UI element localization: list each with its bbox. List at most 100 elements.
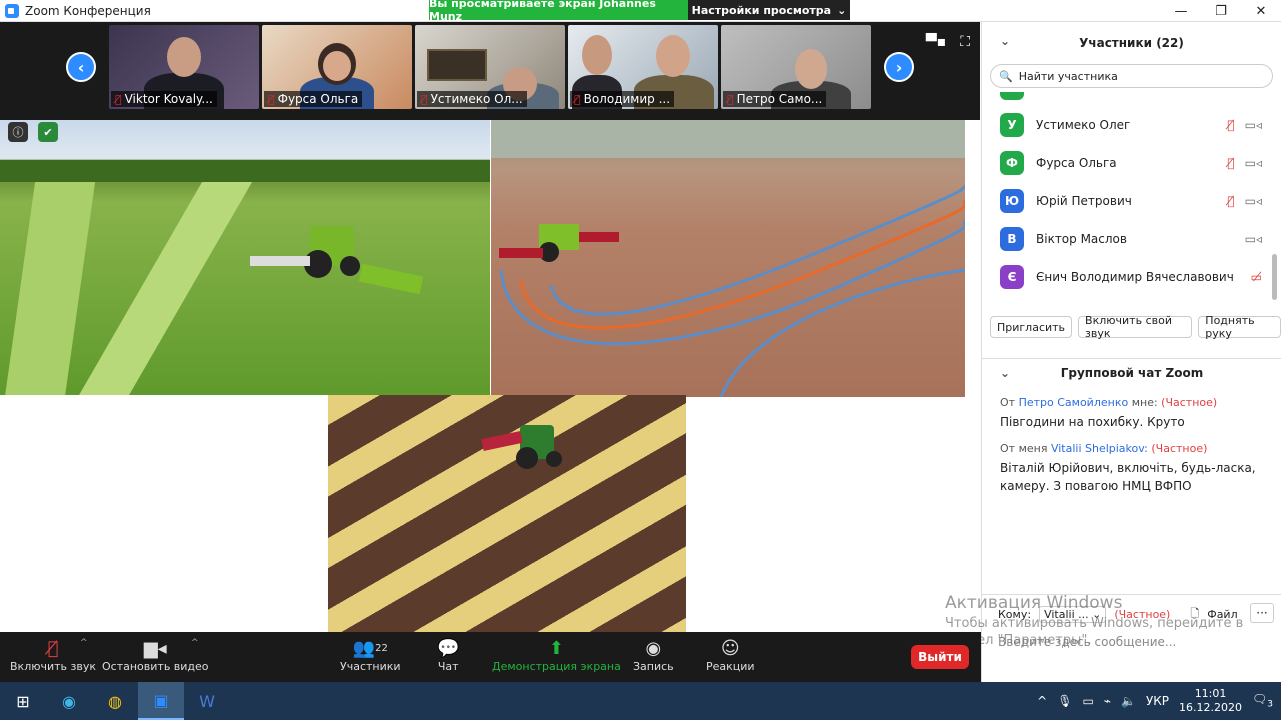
- shield-icon: ✔: [38, 122, 58, 142]
- chevron-down-icon: ⌄: [837, 3, 847, 17]
- participant-name: Юрій Петрович: [1036, 194, 1132, 208]
- mic-off-icon: 🎙̸: [268, 92, 275, 106]
- video-tile-name: 🎙̸ Петро Само...: [723, 91, 827, 107]
- battery-icon[interactable]: ▭: [1082, 694, 1093, 708]
- video-tile-name: 🎙̸ Володимир ...: [570, 91, 675, 107]
- video-tile-name: 🎙̸ Viktor Kovaly...: [111, 91, 217, 107]
- video-tile[interactable]: 🎙̸ Фурса Ольга: [262, 25, 412, 109]
- camera-icon: ▆◂: [143, 637, 167, 659]
- leave-meeting-button[interactable]: Выйти: [911, 645, 969, 669]
- video-tile-name: 🎙̸ Устимеко Ол...: [417, 91, 527, 107]
- participant-row[interactable]: Ф Фурса Ольга 🎙̸ ▭◃: [1000, 144, 1262, 182]
- video-options-caret-icon[interactable]: ^: [191, 638, 199, 648]
- chat-sender[interactable]: Петро Самойленко: [1019, 396, 1129, 409]
- strip-controls: ▀▪ ⛶: [926, 34, 970, 50]
- screen-image-mowing: [0, 120, 490, 395]
- share-screen-icon: ⬆: [548, 637, 564, 659]
- participant-search-placeholder: Найти участника: [1018, 69, 1118, 83]
- more-options-button[interactable]: ···: [1250, 603, 1274, 623]
- video-tile[interactable]: 🎙̸ Viktor Kovaly...: [109, 25, 259, 109]
- edge-browser-icon[interactable]: ◉: [46, 682, 92, 720]
- camera-icon: ▭◃: [1244, 194, 1262, 208]
- microphone-icon: 🎙: [1057, 694, 1073, 708]
- participants-title: Участники (22): [1079, 36, 1184, 50]
- sharing-banner: Вы просматриваете экран Johannes Munz: [429, 0, 688, 23]
- chat-text: Віталій Юрійович, включіть, будь-ласка, …: [1000, 461, 1256, 493]
- participant-row[interactable]: Є Єнич Володимир Вячеславович ▭̸: [1000, 258, 1262, 296]
- participant-row[interactable]: У Устимеко Олег 🎙̸ ▭◃: [1000, 106, 1262, 144]
- system-tray: ^ 🎙 ▭ ⌁ 🔈 УКР 11:01 16.12.2020 🗨3: [1037, 682, 1281, 720]
- title-bar: Zoom Конференция Вы просматриваете экран…: [0, 0, 1281, 23]
- participant-name: Фурса Ольга: [1036, 156, 1117, 170]
- strip-next-button[interactable]: ›: [884, 52, 914, 82]
- camera-icon: ▭◃: [1244, 118, 1262, 132]
- maximize-button[interactable]: ❐: [1201, 0, 1241, 22]
- participants-button[interactable]: 👥 22 Участники: [340, 636, 401, 674]
- zoom-app-icon[interactable]: ▣: [138, 682, 184, 720]
- participant-row[interactable]: В Віктор Маслов ▭◃: [1000, 220, 1262, 258]
- reactions-button[interactable]: ☺ Реакции: [706, 636, 755, 674]
- search-icon: 🔍: [999, 69, 1013, 83]
- mic-off-icon: 🎙̸: [115, 92, 122, 106]
- window-title: Zoom Конференция: [25, 3, 151, 18]
- network-icon[interactable]: ⌁: [1104, 694, 1111, 708]
- participant-list: У Устимеко Олег 🎙̸ ▭◃ Ф Фурса Ольга 🎙̸ ▭◃ …: [982, 92, 1281, 312]
- camera-icon: ▭◃: [1244, 156, 1262, 170]
- minimize-button[interactable]: —: [1161, 0, 1201, 22]
- chat-message: От меня Vitalii Shelpiakov: (Частное) Ві…: [1000, 442, 1270, 495]
- chevron-left-icon: ‹: [77, 57, 85, 77]
- collapse-chevron-icon[interactable]: ⌄: [1000, 34, 1010, 48]
- audio-options-caret-icon[interactable]: ^: [80, 638, 88, 648]
- chat-header: ⌄ Групповой чат Zoom: [982, 358, 1281, 386]
- language-indicator[interactable]: УКР: [1146, 694, 1169, 708]
- participant-avatar: Є: [1000, 265, 1024, 289]
- screen-image-stubble: [328, 395, 686, 632]
- chrome-browser-icon[interactable]: ◍: [92, 682, 138, 720]
- shared-screen: ⓘ ✔: [0, 120, 980, 632]
- participants-count: 22: [375, 642, 388, 654]
- mic-off-icon: 🎙̸: [1227, 156, 1235, 170]
- private-tag: (Частное): [1151, 442, 1208, 455]
- chat-input[interactable]: Введите здесь сообщение...: [998, 635, 1176, 649]
- participant-row[interactable]: Ю Юрій Петрович 🎙̸ ▭◃: [1000, 182, 1262, 220]
- raise-hand-button[interactable]: Поднять руку: [1198, 314, 1281, 340]
- chat-sender[interactable]: Vitalii Shelpiakov:: [1051, 442, 1148, 455]
- private-tag: (Частное): [1161, 396, 1218, 409]
- participant-scrollbar[interactable]: [1272, 254, 1277, 300]
- zoom-logo-icon: [5, 3, 19, 18]
- mic-off-icon: 🎙̸: [727, 92, 734, 106]
- volume-icon[interactable]: 🔈: [1121, 694, 1136, 708]
- participant-search[interactable]: 🔍 Найти участника: [990, 64, 1273, 88]
- clock-time: 11:01: [1194, 687, 1227, 700]
- strip-prev-button[interactable]: ‹: [66, 52, 96, 82]
- record-icon: ◉: [645, 637, 662, 659]
- layout-icon[interactable]: ▀▪: [926, 34, 946, 50]
- chat-button[interactable]: 💬 Чат: [437, 636, 460, 674]
- recipient-select[interactable]: Vitalii ... ⌄: [1039, 606, 1107, 623]
- notifications-icon[interactable]: 🗨3: [1252, 692, 1273, 709]
- record-button[interactable]: ◉ Запись: [633, 636, 674, 674]
- word-app-icon[interactable]: W: [184, 682, 230, 720]
- chat-icon: 💬: [437, 637, 460, 659]
- chevron-up-icon[interactable]: ^: [1037, 694, 1047, 708]
- info-icon[interactable]: ⓘ: [8, 122, 28, 142]
- close-button[interactable]: ✕: [1241, 0, 1281, 22]
- unmute-me-button[interactable]: Включить свой звук: [1078, 314, 1193, 340]
- participant-avatar: У: [1000, 113, 1024, 137]
- video-tile[interactable]: 🎙̸ Петро Само...: [721, 25, 871, 109]
- view-options-button[interactable]: Настройки просмотра ⌄: [688, 0, 850, 20]
- share-screen-button[interactable]: ⬆ Демонстрация экрана: [492, 636, 621, 674]
- start-windows-icon[interactable]: ⊞: [0, 682, 46, 720]
- participant-name: Віктор Маслов: [1036, 232, 1127, 246]
- clock[interactable]: 11:01 16.12.2020: [1179, 687, 1242, 715]
- invite-button[interactable]: Пригласить: [990, 316, 1073, 338]
- participants-header: ⌄ Участники (22): [982, 22, 1281, 64]
- chat-compose: Кому: Vitalii ... ⌄ (Частное) 🗋 Файл ···…: [982, 594, 1281, 682]
- collapse-chevron-icon[interactable]: ⌄: [1000, 366, 1010, 380]
- fullscreen-icon[interactable]: ⛶: [960, 34, 970, 50]
- file-button[interactable]: Файл: [1207, 608, 1237, 621]
- video-tile[interactable]: 🎙̸ Устимеко Ол...: [415, 25, 565, 109]
- video-tile[interactable]: 🎙̸ Володимир ...: [568, 25, 718, 109]
- zoom-window: Zoom Конференция Вы просматриваете экран…: [0, 0, 1281, 720]
- participants-icon: 👥 22: [352, 637, 388, 659]
